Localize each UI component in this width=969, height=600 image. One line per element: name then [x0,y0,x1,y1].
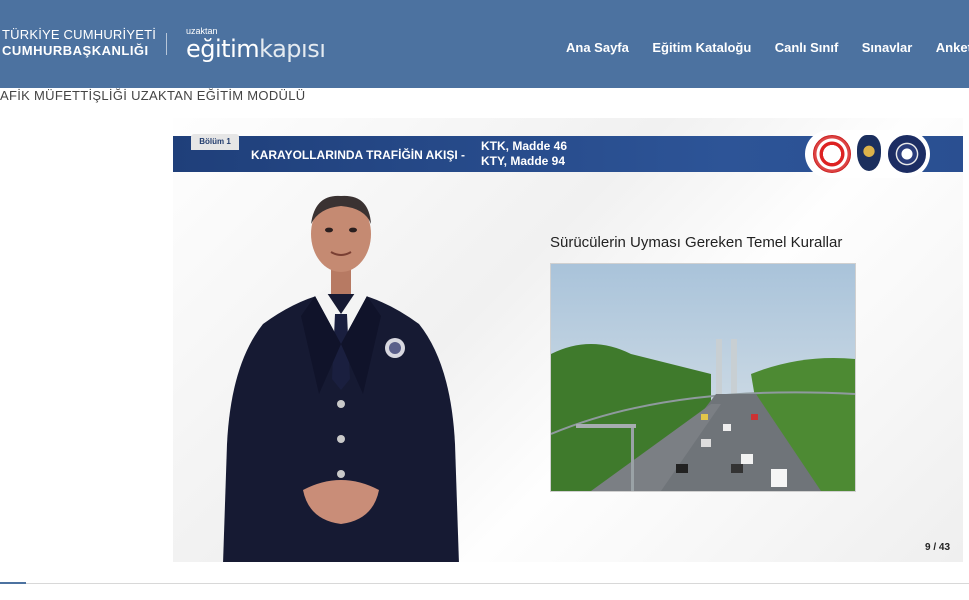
traffic-emblem-icon [888,135,926,173]
bridge-photo [550,263,856,492]
player-progress-track[interactable] [0,583,969,584]
main-nav: Ana Sayfa Eğitim Kataloğu Canlı Sınıf Sı… [566,39,969,57]
org-line-1: TÜRKİYE CUMHURİYETİ [2,27,157,42]
slide-page-counter: 9 / 43 [925,542,951,553]
platform-logo[interactable]: uzaktan eğitimkapısı [186,26,326,63]
org-line-2: CUMHURBAŞKANLIĞI [2,43,149,58]
brand-divider [166,33,167,55]
nav-surveys[interactable]: Anketl [936,40,969,55]
nav-live-class[interactable]: Canlı Sınıf [775,40,839,55]
player-progress-fill [0,582,26,584]
police-badge-icon [857,135,881,171]
slide-reference: KTK, Madde 46 KTY, Madde 94 [481,139,567,169]
nav-catalog[interactable]: Eğitim Kataloğu [652,40,751,55]
reference-line-1: KTK, Madde 46 [481,139,568,153]
video-player[interactable]: Bölüm 1 KARAYOLLARINDA TRAFİĞİN AKIŞI - … [173,118,963,562]
government-brand[interactable]: TÜRKİYE CUMHURİYETİ CUMHURBAŞKANLIĞI [2,27,156,59]
presenter-image [223,195,459,562]
nav-home[interactable]: Ana Sayfa [566,40,629,55]
reference-line-2: KTY, Madde 94 [481,154,566,168]
nav-exams[interactable]: Sınavlar [862,40,913,55]
slide-title: KARAYOLLARINDA TRAFİĞİN AKIŞI - [251,148,465,162]
top-header: TÜRKİYE CUMHURİYETİ CUMHURBAŞKANLIĞI uza… [0,0,969,88]
logo-word-2: kapısı [259,35,326,63]
chapter-tab: Bölüm 1 [191,134,239,150]
slide-heading: Sürücülerin Uyması Gereken Temel Kuralla… [550,234,843,251]
course-title: AFİK MÜFETTİŞLİĞİ UZAKTAN EĞİTİM MODÜLÜ [0,88,306,103]
ministry-seal-icon [813,135,851,173]
logo-word-1: eğitim [186,35,260,63]
